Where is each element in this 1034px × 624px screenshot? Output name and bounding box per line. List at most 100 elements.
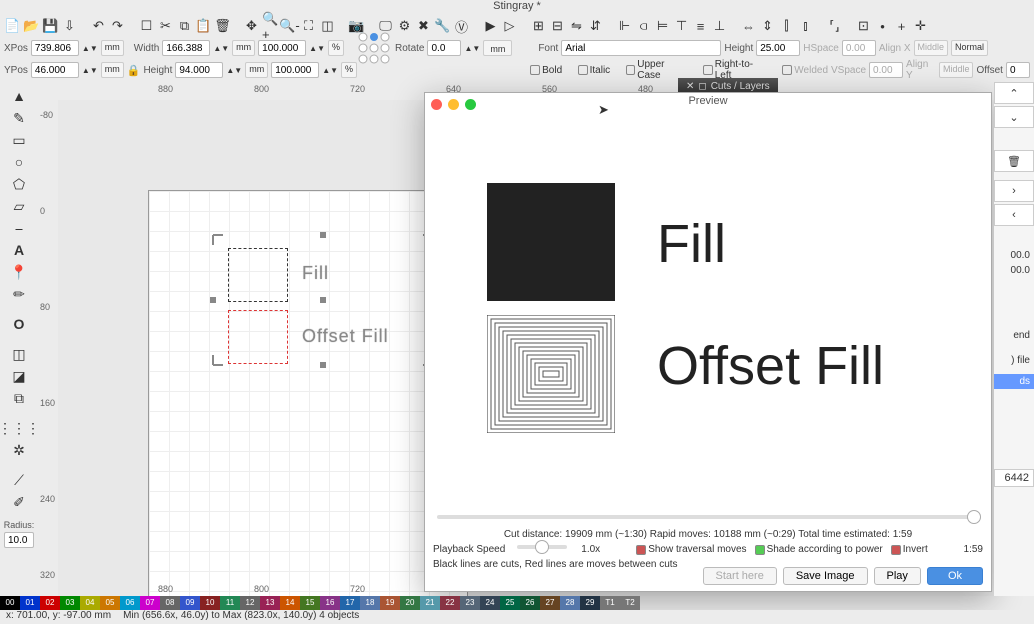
flip-v-icon[interactable]: ⇵ bbox=[587, 18, 604, 35]
align-b-icon[interactable]: ⊥ bbox=[711, 18, 728, 35]
align-r-icon[interactable]: ⊨ bbox=[654, 18, 671, 35]
boolean1-tool[interactable]: ◫ bbox=[9, 344, 29, 364]
new-icon[interactable]: 📄 bbox=[4, 18, 21, 35]
traffic-lights[interactable] bbox=[431, 99, 476, 110]
height-pct-unit[interactable]: % bbox=[341, 62, 357, 78]
color-swatch-24[interactable]: 24 bbox=[480, 596, 500, 610]
select-all-icon[interactable]: ☐ bbox=[138, 18, 155, 35]
paste-icon[interactable]: 📋 bbox=[195, 18, 212, 35]
xpos-unit[interactable]: mm bbox=[101, 40, 124, 56]
edit-tool[interactable]: ✐ bbox=[9, 492, 29, 512]
canvas-text-offset[interactable]: Offset Fill bbox=[302, 326, 389, 347]
rotate-input[interactable] bbox=[427, 40, 461, 56]
color-swatch-28[interactable]: 28 bbox=[560, 596, 580, 610]
align-t-icon[interactable]: ⊤ bbox=[673, 18, 690, 35]
height-input[interactable] bbox=[175, 62, 223, 78]
tools-icon[interactable]: ✖ bbox=[415, 18, 432, 35]
ellipse-tool[interactable]: ○ bbox=[9, 152, 29, 172]
close-icon[interactable]: ✕ bbox=[686, 81, 694, 92]
same-w-icon[interactable]: ⫿ bbox=[778, 18, 795, 35]
undo-icon[interactable]: ↶ bbox=[90, 18, 107, 35]
lock-icon[interactable]: 🔒 bbox=[127, 64, 141, 77]
same-h-icon[interactable]: ⫾ bbox=[797, 18, 814, 35]
right-ds[interactable]: ds bbox=[994, 374, 1034, 389]
color-swatch-04[interactable]: 04 bbox=[80, 596, 100, 610]
redo-icon[interactable]: ↷ bbox=[109, 18, 126, 35]
plus-icon[interactable]: + bbox=[893, 18, 910, 35]
shade-power-check[interactable]: Shade according to power bbox=[755, 544, 883, 555]
dot-icon[interactable]: • bbox=[874, 18, 891, 35]
copy-icon[interactable]: ⧉ bbox=[176, 18, 193, 35]
width-input[interactable] bbox=[162, 40, 210, 56]
color-swatch-09[interactable]: 09 bbox=[180, 596, 200, 610]
marker-tool[interactable]: 📍 bbox=[9, 262, 29, 282]
color-swatch-21[interactable]: 21 bbox=[420, 596, 440, 610]
align-l-icon[interactable]: ⊩ bbox=[616, 18, 633, 35]
bold-check[interactable]: Bold bbox=[530, 65, 562, 76]
cut-icon[interactable]: ✂ bbox=[157, 18, 174, 35]
width-pct-unit[interactable]: % bbox=[328, 40, 344, 56]
import-icon[interactable]: ⇩ bbox=[61, 18, 78, 35]
color-swatch-20[interactable]: 20 bbox=[400, 596, 420, 610]
canvas-text-fill[interactable]: Fill bbox=[302, 263, 329, 284]
color-swatch-00[interactable]: 00 bbox=[0, 596, 20, 610]
maximize-window-icon[interactable] bbox=[465, 99, 476, 110]
radial-tool[interactable]: ✲ bbox=[9, 440, 29, 460]
color-swatch-19[interactable]: 19 bbox=[380, 596, 400, 610]
right-collapse-down[interactable]: ⌄ bbox=[994, 106, 1034, 128]
width-unit[interactable]: mm bbox=[232, 40, 255, 56]
ypos-unit[interactable]: mm bbox=[101, 62, 124, 78]
select-tool[interactable]: ▲ bbox=[9, 86, 29, 106]
ungroup-icon[interactable]: ⊟ bbox=[549, 18, 566, 35]
invert-check[interactable]: Invert bbox=[891, 544, 928, 555]
dist-h-icon[interactable]: ⇔ bbox=[740, 18, 757, 35]
boolean2-tool[interactable]: ◪ bbox=[9, 366, 29, 386]
color-swatch-06[interactable]: 06 bbox=[120, 596, 140, 610]
dist-v-icon[interactable]: ⇕ bbox=[759, 18, 776, 35]
color-swatch-29[interactable]: 29 bbox=[580, 596, 600, 610]
show-traversal-check[interactable]: Show traversal moves bbox=[636, 544, 746, 555]
timeline-slider[interactable] bbox=[437, 515, 977, 519]
color-swatch-11[interactable]: 11 bbox=[220, 596, 240, 610]
settings-icon[interactable]: ⚙ bbox=[396, 18, 413, 35]
pencil-tool[interactable]: ✏ bbox=[9, 284, 29, 304]
right-next[interactable]: › bbox=[994, 180, 1034, 202]
zoom-out-icon[interactable]: 🔍- bbox=[281, 18, 298, 35]
color-swatch-02[interactable]: 02 bbox=[40, 596, 60, 610]
zoom-frame-icon[interactable]: ⛶ bbox=[300, 18, 317, 35]
color-swatch-25[interactable]: 25 bbox=[500, 596, 520, 610]
color-swatch-13[interactable]: 13 bbox=[260, 596, 280, 610]
save-icon[interactable]: 💾 bbox=[42, 18, 59, 35]
sel-brackets-icon[interactable]: ⸢⸥ bbox=[826, 18, 843, 35]
normal-select[interactable]: Normal bbox=[951, 40, 988, 56]
ok-button[interactable]: Ok bbox=[927, 567, 983, 585]
color-swatch-22[interactable]: 22 bbox=[440, 596, 460, 610]
move-center-icon[interactable]: ⊡ bbox=[855, 18, 872, 35]
color-swatch-03[interactable]: 03 bbox=[60, 596, 80, 610]
font-input[interactable] bbox=[561, 40, 721, 56]
polygon-tool[interactable]: ⬠ bbox=[9, 174, 29, 194]
color-swatch-05[interactable]: 05 bbox=[100, 596, 120, 610]
align-c-icon[interactable]: ⫏ bbox=[635, 18, 652, 35]
timeline-thumb[interactable] bbox=[967, 510, 981, 524]
close-window-icon[interactable] bbox=[431, 99, 442, 110]
speed-thumb[interactable] bbox=[535, 540, 549, 554]
boolean3-tool[interactable]: ⧉ bbox=[9, 388, 29, 408]
color-swatch-27[interactable]: 27 bbox=[540, 596, 560, 610]
variable-icon[interactable]: Ⓥ bbox=[453, 18, 470, 35]
color-swatch-16[interactable]: 16 bbox=[320, 596, 340, 610]
zoom-in-icon[interactable]: 🔍+ bbox=[262, 18, 279, 35]
italic-check[interactable]: Italic bbox=[578, 65, 611, 76]
play-sel-icon[interactable]: ▷ bbox=[501, 18, 518, 35]
save-image-button[interactable]: Save Image bbox=[783, 567, 868, 585]
right-prev[interactable]: ‹ bbox=[994, 204, 1034, 226]
shape-tool[interactable]: ▱ bbox=[9, 196, 29, 216]
offset-input[interactable] bbox=[1006, 62, 1030, 78]
minimize-window-icon[interactable] bbox=[448, 99, 459, 110]
color-swatch-14[interactable]: 14 bbox=[280, 596, 300, 610]
radius-input[interactable] bbox=[4, 532, 34, 548]
width-pct-input[interactable] bbox=[258, 40, 306, 56]
wrench-icon[interactable]: 🔧 bbox=[434, 18, 451, 35]
color-swatch-T2[interactable]: T2 bbox=[620, 596, 640, 610]
right-collapse-up[interactable]: ⌃ bbox=[994, 82, 1034, 104]
